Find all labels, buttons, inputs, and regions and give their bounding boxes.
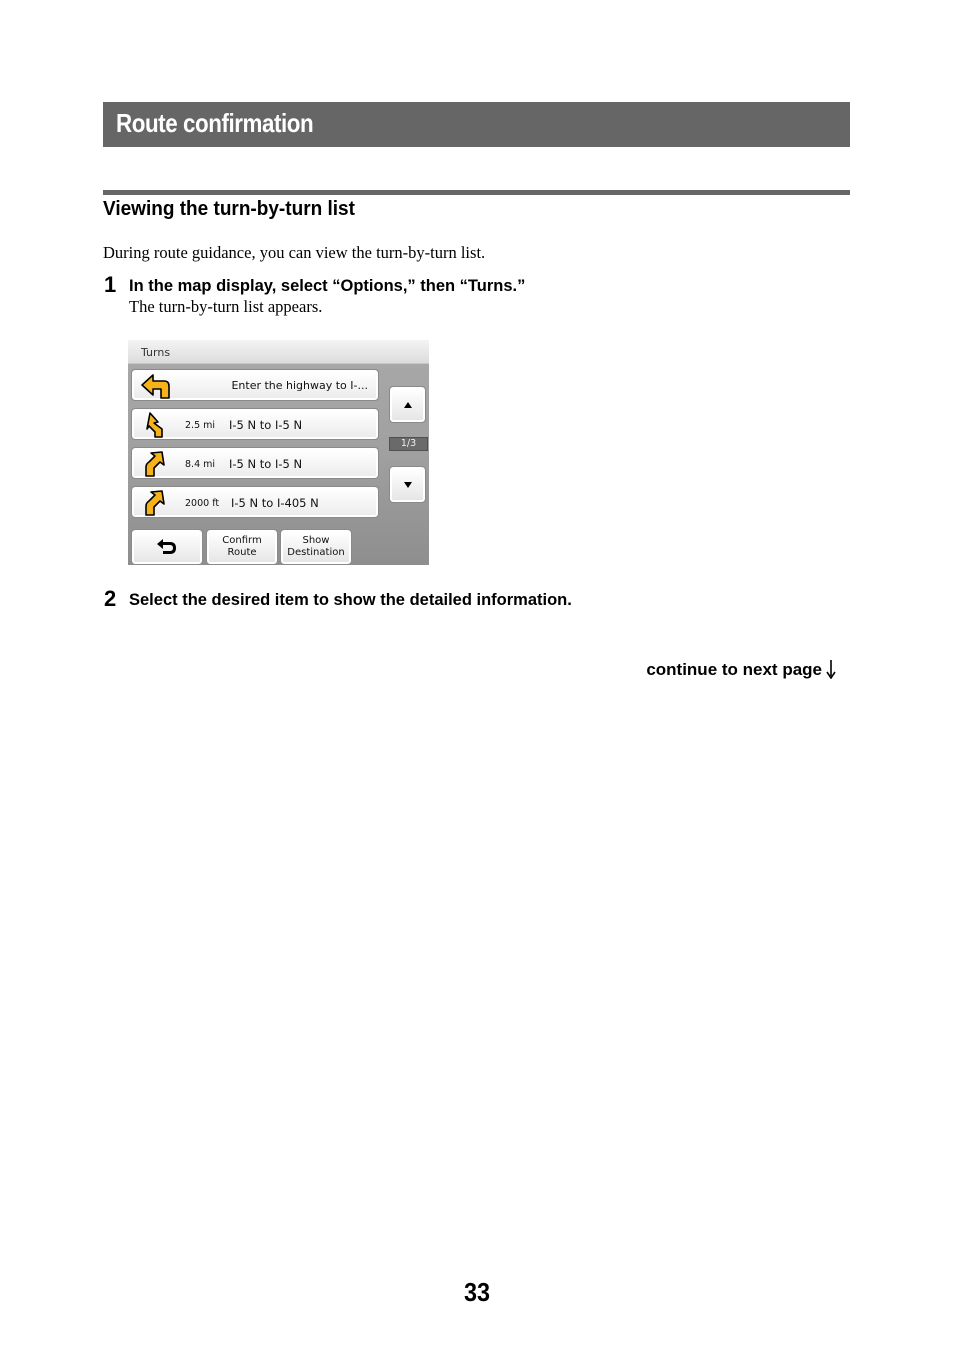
section-title: Route confirmation <box>116 108 314 138</box>
turn-left-arrow-icon <box>141 374 170 399</box>
turn-list-item[interactable]: Enter the highway to I-... <box>131 369 379 401</box>
bear-left-arrow-icon <box>146 412 163 438</box>
triangle-up-icon <box>404 402 412 408</box>
bear-right-arrow-icon <box>145 451 165 477</box>
turn-list-item[interactable]: 2.5 mi I-5 N to I-5 N <box>131 408 379 440</box>
turn-distance: 8.4 mi <box>185 459 216 470</box>
bear-right-arrow-icon <box>145 490 165 516</box>
show-destination-label: Show Destination <box>287 535 345 558</box>
scroll-down-button[interactable] <box>389 466 426 503</box>
back-button[interactable] <box>131 529 203 565</box>
step-2-text: Select the desired item to show the deta… <box>129 591 572 609</box>
turns-screen: Turns Enter the highway to I-... 2.5 mi … <box>128 340 429 565</box>
turn-list-item[interactable]: 2000 ft I-5 N to I-405 N <box>131 486 379 518</box>
section-banner: Route confirmation <box>103 102 850 147</box>
step-1-text: In the map display, select “Options,” th… <box>129 277 526 295</box>
turn-road: I-5 N to I-405 N <box>231 496 319 510</box>
confirm-route-button[interactable]: Confirm Route <box>206 529 278 565</box>
confirm-route-label: Confirm Route <box>222 535 262 558</box>
subsection-rule <box>103 190 850 195</box>
page-number: 33 <box>463 1277 491 1307</box>
turn-road: Enter the highway to I-... <box>231 379 368 392</box>
show-destination-button[interactable]: Show Destination <box>280 529 352 565</box>
turn-road: I-5 N to I-5 N <box>229 418 303 432</box>
intro-text: During route guidance, you can view the … <box>103 243 486 262</box>
page-indicator: 1/3 <box>389 437 428 451</box>
step-2-number: 2 <box>104 586 117 611</box>
back-arrow-icon <box>157 539 176 554</box>
screen-title: Turns <box>141 346 171 359</box>
continue-note: continue to next page <box>646 655 836 680</box>
screen-header: Turns <box>128 340 429 364</box>
turn-road: I-5 N to I-5 N <box>229 457 303 471</box>
step-1-number: 1 <box>104 272 117 297</box>
scroll-up-button[interactable] <box>389 386 426 423</box>
turn-distance: 2.5 mi <box>185 420 216 431</box>
turn-distance: 2000 ft <box>185 498 220 509</box>
step-1-subtext: The turn-by-turn list appears. <box>129 297 323 316</box>
continue-label: continue to next page <box>646 660 822 679</box>
turn-list-item[interactable]: 8.4 mi I-5 N to I-5 N <box>131 447 379 479</box>
triangle-down-icon <box>404 482 412 488</box>
down-arrow-icon <box>826 660 836 679</box>
subsection-title: Viewing the turn-by-turn list <box>103 198 355 220</box>
